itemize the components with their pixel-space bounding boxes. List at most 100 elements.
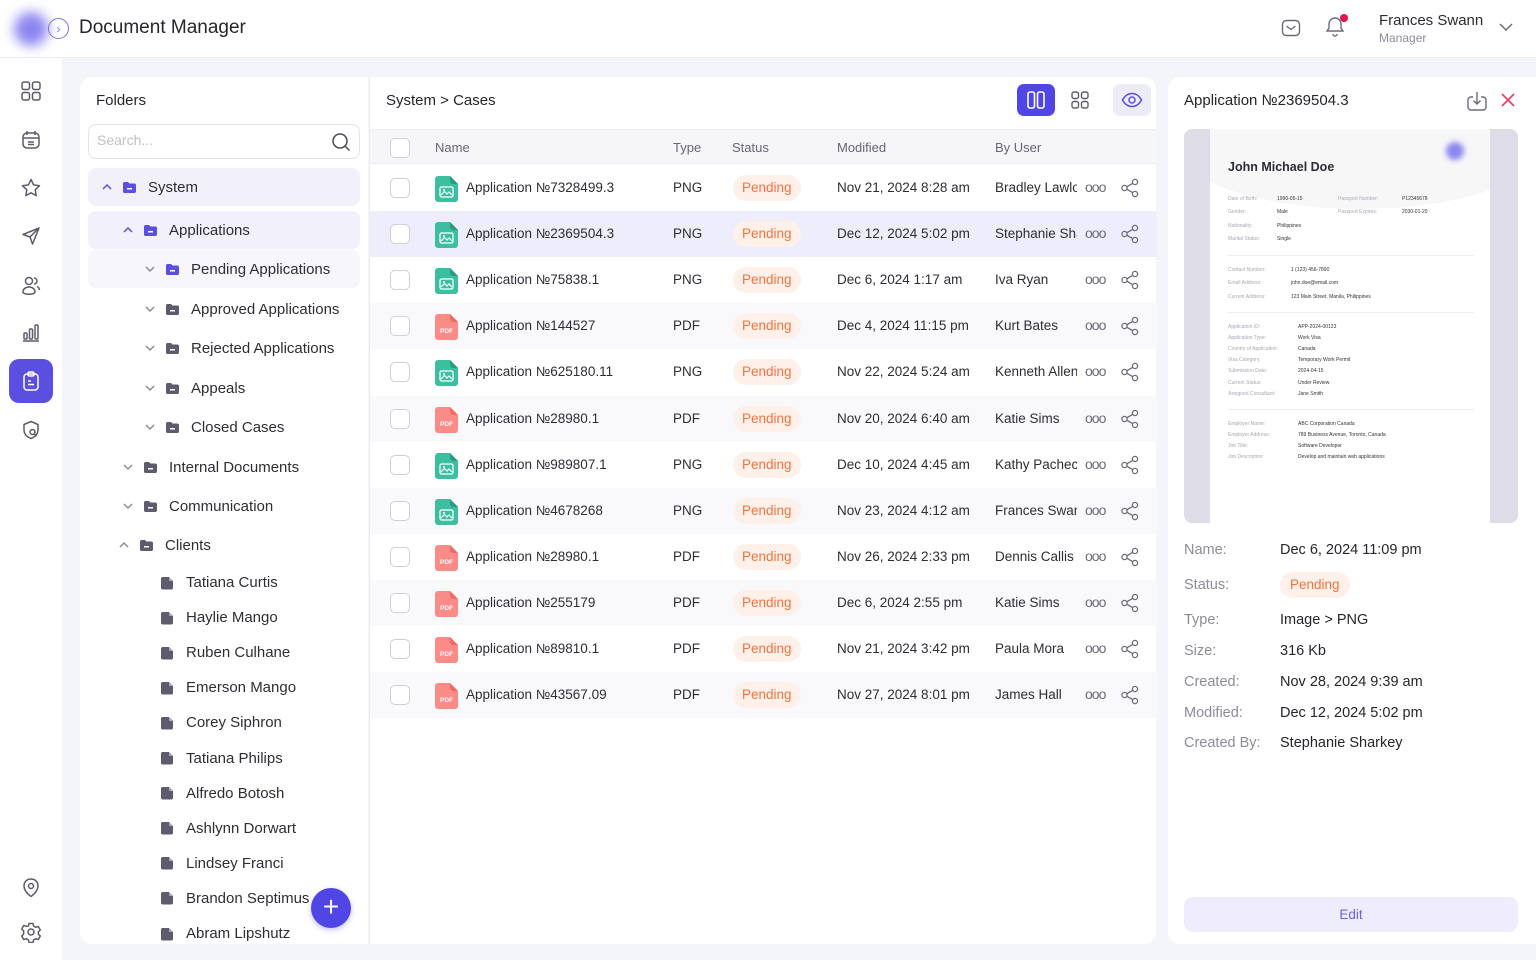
edit-button[interactable]: Edit — [1184, 897, 1518, 932]
share-icon[interactable] — [1120, 178, 1140, 198]
share-icon[interactable] — [1120, 501, 1140, 521]
row-checkbox[interactable] — [390, 639, 410, 659]
chevron-down-icon[interactable] — [143, 341, 157, 355]
tree-item-client[interactable]: Tatiana Curtis — [88, 565, 360, 600]
file-name[interactable]: Application №75838.1 — [466, 272, 666, 287]
share-icon[interactable] — [1120, 639, 1140, 659]
file-name[interactable]: Application №625180.11 — [466, 364, 666, 379]
row-checkbox[interactable] — [390, 270, 410, 291]
file-name[interactable]: Application №144527 — [466, 318, 666, 333]
mail-icon[interactable] — [1281, 18, 1301, 38]
column-header-type[interactable]: Type — [673, 140, 701, 155]
folder-search[interactable] — [88, 124, 360, 159]
table-row[interactable]: PDF Application №28980.1 PDF Pending Nov 26,… — [370, 534, 1157, 580]
file-name[interactable]: Application №2369504.3 — [466, 226, 666, 241]
row-checkbox[interactable] — [390, 178, 410, 198]
more-options-icon[interactable]: ooo — [1085, 363, 1106, 379]
tree-item-client[interactable]: Haylie Mango — [88, 600, 360, 635]
user-name[interactable]: Frances Swann — [1379, 12, 1483, 29]
tree-item-pending-applications[interactable]: Pending Applications — [88, 250, 360, 288]
grid-view-button[interactable] — [1061, 84, 1099, 116]
tree-item-client[interactable]: Corey Siphron — [88, 705, 360, 740]
share-icon[interactable] — [1120, 455, 1140, 475]
folder-search-input[interactable] — [97, 132, 317, 148]
sidebar-item-send[interactable] — [9, 214, 53, 258]
more-options-icon[interactable]: ooo — [1085, 640, 1106, 656]
chevron-down-icon[interactable] — [121, 460, 135, 474]
tree-item-applications[interactable]: Applications — [88, 211, 360, 249]
chevron-down-icon[interactable] — [143, 262, 157, 276]
table-row[interactable]: Application №75838.1 PNG Pending Dec 6, 202… — [370, 257, 1157, 303]
row-checkbox[interactable] — [390, 685, 410, 706]
sidebar-item-dashboard[interactable] — [9, 69, 53, 113]
tree-item-client[interactable]: Lindsey Franci — [88, 846, 360, 881]
row-checkbox[interactable] — [390, 408, 410, 429]
select-all-checkbox[interactable] — [390, 138, 410, 158]
sidebar-item-reports[interactable] — [9, 311, 53, 355]
chevron-down-icon[interactable] — [1497, 20, 1515, 34]
share-icon[interactable] — [1120, 362, 1140, 382]
column-header-name[interactable]: Name — [435, 140, 470, 155]
chevron-up-icon[interactable] — [117, 538, 131, 552]
more-options-icon[interactable]: ooo — [1085, 410, 1106, 426]
chevron-up-icon[interactable] — [100, 180, 114, 194]
expand-sidebar-button[interactable]: › — [48, 18, 69, 39]
tree-item-communication[interactable]: Communication — [88, 487, 360, 525]
chevron-down-icon[interactable] — [121, 499, 135, 513]
row-checkbox[interactable] — [390, 224, 410, 245]
file-name[interactable]: Application №4678268 — [466, 503, 666, 518]
chevron-down-icon[interactable] — [143, 420, 157, 434]
more-options-icon[interactable]: ooo — [1085, 686, 1106, 702]
sidebar-item-location[interactable] — [9, 866, 53, 910]
table-row[interactable]: PDF Application №28980.1 PDF Pending Nov 20,… — [370, 395, 1157, 442]
share-icon[interactable] — [1120, 685, 1140, 705]
tree-item-approved-applications[interactable]: Approved Applications — [88, 290, 360, 328]
tree-item-rejected-applications[interactable]: Rejected Applications — [88, 329, 360, 367]
row-checkbox[interactable] — [390, 316, 410, 337]
chevron-down-icon[interactable] — [143, 381, 157, 395]
row-checkbox[interactable] — [390, 500, 410, 521]
tree-item-closed-cases[interactable]: Closed Cases — [88, 408, 360, 446]
columns-view-button[interactable] — [1017, 84, 1055, 116]
sidebar-item-users[interactable] — [9, 263, 53, 307]
sidebar-item-favorites[interactable] — [9, 166, 53, 210]
download-icon[interactable] — [1466, 90, 1488, 112]
row-checkbox[interactable] — [390, 362, 410, 383]
share-icon[interactable] — [1120, 224, 1140, 244]
tree-item-client[interactable]: Alfredo Botosh — [88, 776, 360, 811]
tree-item-client[interactable]: Emerson Mango — [88, 670, 360, 705]
search-icon[interactable] — [331, 132, 351, 152]
chevron-down-icon[interactable] — [143, 302, 157, 316]
sidebar-item-documents[interactable] — [9, 359, 53, 403]
share-icon[interactable] — [1120, 593, 1140, 613]
more-options-icon[interactable]: ooo — [1085, 179, 1106, 195]
close-icon[interactable] — [1499, 91, 1517, 109]
more-options-icon[interactable]: ooo — [1085, 271, 1106, 287]
column-header-status[interactable]: Status — [732, 140, 769, 155]
more-options-icon[interactable]: ooo — [1085, 456, 1106, 472]
share-icon[interactable] — [1120, 409, 1140, 429]
row-checkbox[interactable] — [390, 546, 410, 567]
table-row[interactable]: Application №2369504.3 PNG Pending Dec 12, … — [370, 211, 1157, 258]
file-name[interactable]: Application №89810.1 — [466, 641, 666, 656]
file-name[interactable]: Application №989807.1 — [466, 457, 666, 472]
table-row[interactable]: PDF Application №255179 PDF Pending Dec 6, 2… — [370, 579, 1157, 626]
more-options-icon[interactable]: ooo — [1085, 317, 1106, 333]
column-header-modified[interactable]: Modified — [837, 140, 886, 155]
chevron-up-icon[interactable] — [121, 223, 135, 237]
column-header-by-user[interactable]: By User — [995, 140, 1041, 155]
more-options-icon[interactable]: ooo — [1085, 225, 1106, 241]
table-row[interactable]: Application №625180.11 PNG Pending Nov 22, … — [370, 349, 1157, 395]
file-name[interactable]: Application №7328499.3 — [466, 180, 666, 195]
file-name[interactable]: Application №255179 — [466, 595, 666, 610]
share-icon[interactable] — [1120, 547, 1140, 567]
add-folder-button[interactable]: + — [311, 888, 351, 928]
file-name[interactable]: Application №43567.09 — [466, 687, 666, 702]
share-icon[interactable] — [1120, 316, 1140, 336]
table-row[interactable]: Application №7328499.3 PNG Pending Nov 21, … — [370, 165, 1157, 211]
more-options-icon[interactable]: ooo — [1085, 594, 1106, 610]
tree-item-client[interactable]: Ruben Culhane — [88, 635, 360, 670]
table-row[interactable]: PDF Application №89810.1 PDF Pending Nov 21,… — [370, 626, 1157, 672]
tree-item-internal-documents[interactable]: Internal Documents — [88, 448, 360, 486]
tree-item-client[interactable]: Tatiana Philips — [88, 741, 360, 776]
